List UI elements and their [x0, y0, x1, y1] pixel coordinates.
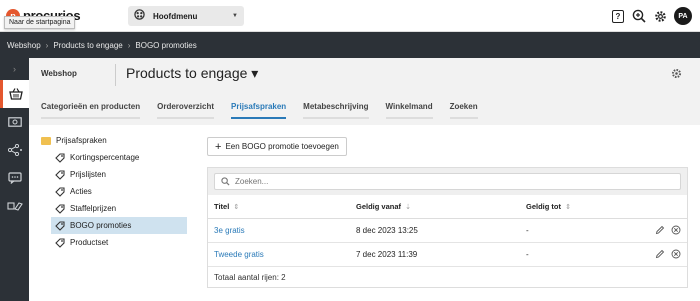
search-box[interactable] — [214, 173, 681, 190]
main-menu-label: Hoofdmenu — [153, 11, 198, 21]
table-footer: Totaal aantal rijen: 2 — [214, 272, 286, 282]
search-input[interactable] — [235, 177, 674, 186]
chevron-down-icon: ▼ — [232, 13, 238, 19]
tag-icon — [55, 237, 65, 248]
tree-item-pricelists[interactable]: Prijslijsten — [51, 166, 187, 183]
folder-icon — [41, 136, 51, 145]
tag-icon — [55, 220, 65, 231]
sort-icon: ⇕ — [233, 204, 240, 211]
tag-icon — [55, 203, 65, 214]
tree-item-label: Staffelprijzen — [70, 204, 117, 213]
row-title-link[interactable]: Tweede gratis — [214, 250, 264, 259]
tree-item-label: Kortingspercentage — [70, 153, 140, 162]
rail-item-webshop[interactable] — [0, 80, 29, 108]
zoom-search-button[interactable] — [632, 9, 646, 23]
settings-button[interactable] — [653, 9, 667, 23]
gear-icon — [654, 10, 666, 22]
page-settings-button[interactable] — [671, 68, 682, 81]
column-title-label: Titel — [214, 202, 230, 211]
sort-icon: ⇕ — [565, 204, 571, 211]
category-tree: Prijsafspraken Kortingspercentage Prijsl… — [41, 132, 191, 251]
breadcrumb-item-products[interactable]: Products to engage — [53, 41, 122, 50]
row-title-link[interactable]: 3e gratis — [214, 226, 245, 235]
column-valid-to-label: Geldig tot — [526, 202, 561, 211]
zoom-search-icon — [632, 9, 646, 23]
search-icon — [221, 177, 230, 186]
column-header-valid-to[interactable]: Geldig tot ⇕ — [520, 202, 620, 211]
tree-item-label: Acties — [70, 187, 92, 196]
top-bar: p procurios Naar de startpagina Hoofdmen… — [0, 0, 700, 32]
globe-icon — [134, 9, 145, 23]
row-valid-to: - — [526, 226, 529, 235]
edit-icon[interactable] — [655, 225, 665, 237]
plus-icon: + — [215, 140, 222, 153]
tab-meta-description[interactable]: Metabeschrijving — [303, 102, 369, 119]
shop-label: Webshop — [41, 69, 77, 78]
avatar[interactable]: PA — [674, 7, 692, 25]
tree-root-label: Prijsafspraken — [56, 136, 107, 145]
tag-icon — [55, 152, 65, 163]
side-rail: › — [0, 58, 29, 301]
network-icon — [7, 144, 22, 156]
tree-item-label: Productset — [70, 238, 109, 247]
tag-icon — [55, 169, 65, 180]
tab-search[interactable]: Zoeken — [449, 102, 478, 119]
column-header-title[interactable]: Titel ⇕ — [208, 202, 350, 211]
breadcrumb-item-current: BOGO promoties — [135, 40, 197, 50]
tree-item-discount[interactable]: Kortingspercentage — [51, 149, 187, 166]
rail-item-finance[interactable] — [0, 108, 29, 136]
column-valid-from-label: Geldig vanaf — [356, 202, 402, 211]
tree-root[interactable]: Prijsafspraken — [41, 132, 191, 149]
tree-item-bogo[interactable]: BOGO promoties — [51, 217, 187, 234]
table-row: 3e gratis 8 dec 2023 13:25 - — [208, 219, 687, 243]
expand-rail-chevron-icon[interactable]: › — [0, 58, 29, 80]
tab-cart[interactable]: Winkelmand — [385, 102, 433, 119]
tab-categories[interactable]: Categorieën en producten — [41, 102, 141, 119]
help-button[interactable]: ? — [611, 9, 625, 23]
delete-icon[interactable] — [671, 249, 681, 261]
tab-price-agreements[interactable]: Prijsafspraken — [231, 102, 287, 119]
add-bogo-button[interactable]: + Een BOGO promotie toevoegen — [207, 137, 347, 156]
rail-item-messages[interactable] — [0, 164, 29, 192]
row-valid-to: - — [526, 250, 529, 259]
main-menu-dropdown[interactable]: Hoofdmenu ▼ — [128, 6, 244, 26]
money-icon — [7, 117, 22, 127]
page-header: Webshop Products to engage ▾ Categorieën… — [29, 58, 700, 125]
header-divider — [115, 64, 116, 86]
rail-item-network[interactable] — [0, 136, 29, 164]
edit-icon[interactable] — [655, 249, 665, 261]
top-icons: ? PA — [611, 7, 692, 25]
tree-item-productset[interactable]: Productset — [51, 234, 187, 251]
table-row: Tweede gratis 7 dec 2023 11:39 - — [208, 243, 687, 267]
add-bogo-label: Een BOGO promotie toevoegen — [225, 142, 339, 151]
tree-item-label: BOGO promoties — [70, 221, 132, 230]
basket-icon — [9, 88, 23, 100]
breadcrumb-item-webshop[interactable]: Webshop — [7, 41, 41, 50]
home-tooltip: Naar de startpagina — [4, 16, 76, 29]
tree-item-actions[interactable]: Acties — [51, 183, 187, 200]
table-header: Titel ⇕ Geldig vanaf ⇣ Geldig tot ⇕ — [208, 195, 687, 219]
tree-item-tiered-prices[interactable]: Staffelprijzen — [51, 200, 187, 217]
tag-icon — [55, 186, 65, 197]
tools-icon — [6, 202, 23, 211]
promotions-table: Titel ⇕ Geldig vanaf ⇣ Geldig tot ⇕ 3e g… — [207, 167, 688, 288]
tab-bar: Categorieën en producten Orderoverzicht … — [41, 102, 495, 119]
help-icon: ? — [612, 9, 624, 23]
row-valid-from: 8 dec 2023 13:25 — [356, 226, 418, 235]
chat-icon — [7, 172, 22, 184]
sort-desc-icon: ⇣ — [405, 204, 411, 211]
page-title[interactable]: Products to engage ▾ — [126, 65, 258, 82]
breadcrumb: Webshop › Products to engage › BOGO prom… — [0, 32, 700, 58]
row-valid-from: 7 dec 2023 11:39 — [356, 250, 418, 259]
delete-icon[interactable] — [671, 225, 681, 237]
column-header-valid-from[interactable]: Geldig vanaf ⇣ — [350, 202, 520, 211]
gear-icon — [671, 68, 682, 79]
breadcrumb-separator: › — [127, 40, 131, 50]
rail-item-tools[interactable] — [0, 192, 29, 220]
tab-orders[interactable]: Orderoverzicht — [157, 102, 215, 119]
search-row — [208, 168, 687, 195]
tree-item-label: Prijslijsten — [70, 170, 107, 179]
breadcrumb-separator: › — [45, 40, 49, 50]
